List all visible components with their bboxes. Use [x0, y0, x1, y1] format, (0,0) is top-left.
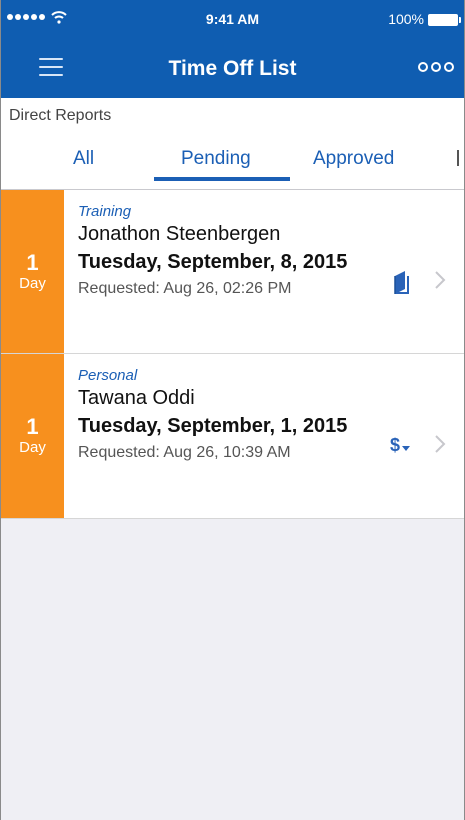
tab-all[interactable]: All: [73, 148, 94, 170]
more-dots-icon[interactable]: [418, 62, 454, 72]
list-item[interactable]: 1 Day Training Jonathon Steenbergen Tues…: [1, 190, 464, 354]
list-item[interactable]: 1 Day Personal Tawana Oddi Tuesday, Sept…: [1, 354, 464, 519]
page-title: Time Off List: [168, 57, 297, 80]
request-details: Training Jonathon Steenbergen Tuesday, S…: [64, 190, 464, 353]
status-bar: 9:41 AM 100%: [1, 0, 464, 40]
tab-pending[interactable]: Pending: [181, 148, 251, 170]
tab-bar: All Pending Approved: [1, 148, 464, 190]
duration-badge: 1 Day: [1, 354, 64, 518]
battery-icon: [428, 14, 461, 26]
battery-percent: 100%: [388, 11, 424, 27]
section-label: Direct Reports: [9, 107, 112, 124]
employee-name: Jonathon Steenbergen: [78, 223, 281, 245]
top-bar: 9:41 AM 100% Time Off List: [1, 0, 464, 98]
book-icon: [392, 270, 412, 296]
request-details: Personal Tawana Oddi Tuesday, September,…: [64, 354, 464, 518]
request-type: Personal: [78, 367, 138, 384]
request-date: Tuesday, September, 1, 2015: [78, 415, 348, 437]
employee-name: Tawana Oddi: [78, 387, 195, 409]
duration-badge: 1 Day: [1, 190, 64, 353]
tab-selection-indicator: [154, 177, 290, 181]
request-type: Training: [78, 203, 132, 220]
duration-number: 1: [26, 414, 39, 439]
tab-overflow-indicator: [457, 150, 459, 166]
dollar-icon: $: [390, 434, 412, 456]
filter-area: Direct Reports All Pending Approved: [1, 98, 464, 190]
duration-unit: Day: [19, 274, 46, 292]
request-list: 1 Day Training Jonathon Steenbergen Tues…: [1, 190, 464, 519]
tab-approved[interactable]: Approved: [313, 148, 394, 170]
screen: 9:41 AM 100% Time Off List Direct Report…: [0, 0, 465, 820]
chevron-right-icon: [435, 435, 446, 453]
duration-unit: Day: [19, 439, 46, 456]
svg-text:$: $: [390, 435, 400, 455]
request-date: Tuesday, September, 8, 2015: [78, 251, 348, 273]
duration-number: 1: [26, 249, 39, 275]
nav-bar: Time Off List: [1, 40, 464, 98]
chevron-right-icon: [435, 271, 446, 289]
